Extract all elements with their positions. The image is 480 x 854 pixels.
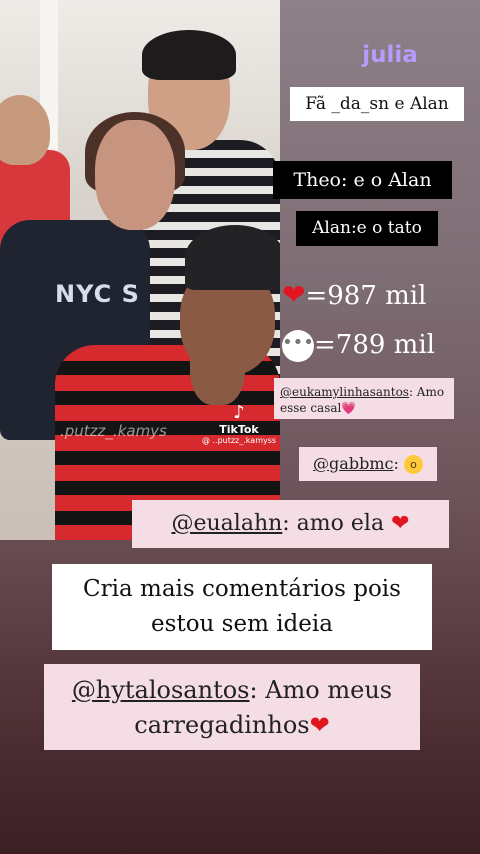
- comment-username[interactable]: @gabbmc: [313, 454, 393, 473]
- heart-icon: ❤: [282, 278, 306, 311]
- person-jersey-hand: [190, 320, 245, 405]
- likes-count: =987 mil: [305, 281, 427, 311]
- comment-card: @eualahn: amo ela ❤: [132, 500, 449, 548]
- comment-card: @hytalosantos: Amo meus carregadinhos❤: [44, 664, 420, 750]
- red-heart-icon: ❤: [391, 511, 410, 536]
- person-girl-head: [95, 120, 175, 230]
- comment-text: :: [393, 454, 404, 473]
- comment-card: @gabbmc: o: [299, 447, 437, 481]
- comment-username[interactable]: @eualahn: [171, 511, 282, 536]
- person-striped-shirt-hair: [142, 30, 236, 80]
- comment-text: : amo ela: [282, 511, 392, 536]
- tiktok-watermark: ♪ TikTok @ ..putzz_.kamyss: [200, 402, 278, 446]
- tiktok-username: @ ..putzz_.kamyss: [201, 436, 277, 445]
- tag-alan: Alan:e o tato: [296, 211, 438, 246]
- comment-username[interactable]: @hytalosantos: [72, 676, 250, 704]
- comment-text: Cria mais comentários pois estou sem ide…: [83, 576, 401, 637]
- tiktok-brand: TikTok: [219, 423, 259, 436]
- tiktok-note-icon: ♪: [233, 402, 245, 423]
- astonished-face-icon: o: [403, 455, 423, 474]
- fan-tag: Fã _da_sn e Alan: [290, 87, 464, 121]
- tag-theo: Theo: e o Alan: [273, 161, 452, 199]
- story-photo: NYC S .putzz_.kamys ♪ TikTok @ ..putzz_.…: [0, 0, 280, 540]
- pink-heart-icon: 💗: [341, 401, 357, 415]
- story-title: julia: [362, 42, 418, 68]
- red-heart-icon: ❤: [309, 711, 330, 739]
- likes-stat: ❤=987 mil: [282, 278, 426, 311]
- comments-count: =789 mil: [314, 330, 435, 360]
- shirt-print: NYC S: [55, 280, 140, 308]
- comment-card: Cria mais comentários pois estou sem ide…: [52, 564, 432, 650]
- comment-username[interactable]: @eukamylinhasantos: [280, 385, 409, 399]
- person-jersey-cap: [185, 225, 280, 290]
- speech-bubble-icon: •••: [282, 330, 314, 362]
- comments-stat: •••=789 mil: [282, 330, 435, 362]
- comment-card: @eukamylinhasantos: Amo esse casal💗: [274, 378, 454, 419]
- photo-watermark: .putzz_.kamys: [60, 422, 167, 440]
